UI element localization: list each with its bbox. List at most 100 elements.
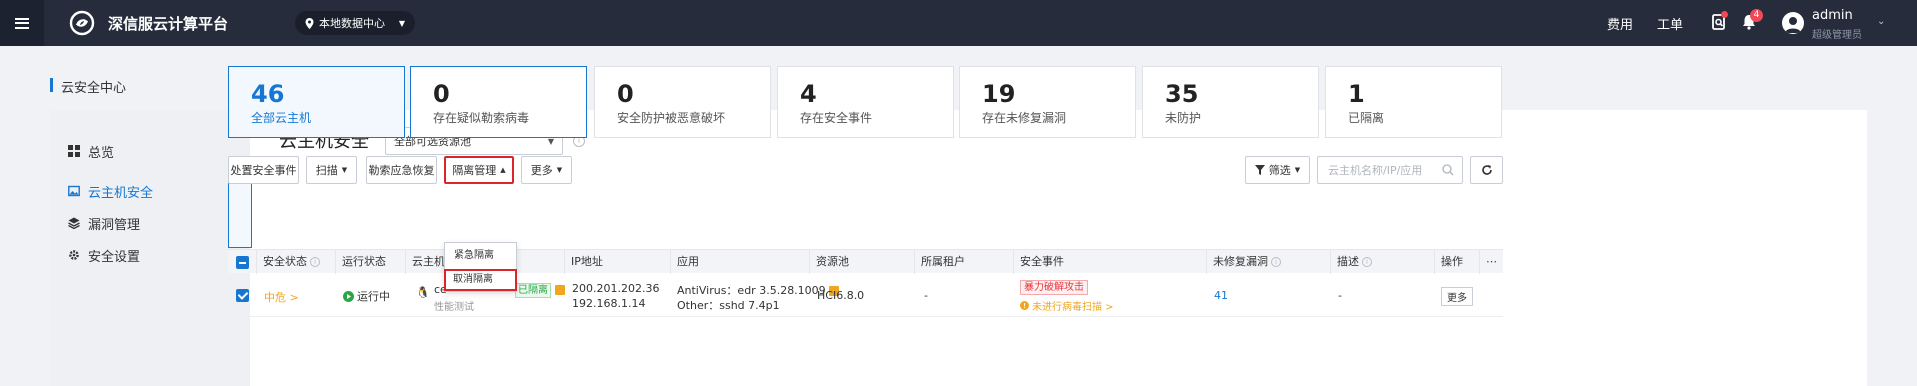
button-label: 筛选: [1268, 164, 1291, 177]
sidebar-item-label: 漏洞管理: [88, 217, 141, 233]
row-more-button[interactable]: 更多: [1441, 287, 1473, 306]
description: -: [1338, 289, 1342, 302]
menu-button[interactable]: [0, 0, 44, 46]
location-pin-icon: [305, 17, 314, 29]
emergency-isolate-item[interactable]: 紧急隔离: [445, 245, 517, 267]
sidebar-item-label: 安全设置: [88, 249, 141, 265]
stat-card-unpatched-vulns[interactable]: 19 存在未修复漏洞: [959, 66, 1136, 138]
linux-icon: 🐧: [416, 286, 430, 299]
stat-label: 存在未修复漏洞: [982, 111, 1067, 125]
warning-icon: [1020, 301, 1029, 310]
col-desc[interactable]: 描述 i: [1330, 250, 1435, 274]
event-warning[interactable]: 未进行病毒扫描 >: [1020, 298, 1114, 313]
stat-value: 46: [251, 80, 285, 108]
isolated-tag: 已隔离: [515, 283, 565, 298]
sidebar: 总览 云主机安全 漏洞管理 安全设置: [50, 110, 250, 386]
button-label: 勒索应急恢复: [368, 164, 435, 177]
sidebar-item-label: 总览: [88, 145, 115, 161]
event-tag[interactable]: 暴力破解攻击: [1020, 280, 1088, 295]
image-icon: [68, 185, 80, 197]
datacenter-select[interactable]: 本地数据中心 ▼: [295, 11, 415, 35]
stat-card-protection-broken[interactable]: 0 安全防护被恶意破坏: [594, 66, 771, 138]
stat-value: 0: [617, 80, 634, 108]
note-icon: [554, 285, 565, 295]
help-icon[interactable]: i: [310, 257, 320, 267]
col-security-events[interactable]: 安全事件: [1013, 250, 1207, 274]
report-badge-dot: [1721, 11, 1728, 18]
help-icon[interactable]: i: [1271, 257, 1281, 267]
stat-value: 1: [1348, 80, 1365, 108]
isolation-management-button[interactable]: 隔离管理 ▲: [444, 156, 514, 184]
search-placeholder: 云主机名称/IP/应用: [1328, 164, 1423, 177]
handle-event-button[interactable]: 处置安全事件: [228, 156, 299, 184]
stat-label: 已隔离: [1348, 111, 1385, 125]
sidebar-item-overview[interactable]: 总览: [50, 132, 250, 170]
isolation-dropdown: 紧急隔离 取消隔离: [444, 242, 517, 292]
col-action: 操作: [1434, 250, 1480, 274]
button-label: 扫描: [315, 164, 338, 177]
col-unpatched[interactable]: 未修复漏洞 i: [1206, 250, 1331, 274]
button-label: 隔离管理: [452, 164, 497, 177]
ip-secondary: 192.168.1.14: [572, 297, 646, 310]
stat-card-security-events[interactable]: 4 存在安全事件: [777, 66, 954, 138]
select-all-checkbox[interactable]: [236, 256, 249, 269]
row-checkbox[interactable]: [236, 289, 249, 302]
col-security-status[interactable]: 安全状态 i: [256, 250, 336, 274]
filter-icon: [1254, 165, 1265, 175]
col-run-status[interactable]: 运行状态: [335, 250, 406, 274]
help-icon[interactable]: i: [1362, 257, 1372, 267]
chevron-down-icon: ▼: [341, 166, 348, 174]
col-tenant[interactable]: 所属租户: [914, 250, 1014, 274]
resource-pool: HCI6.8.0: [817, 289, 865, 302]
stat-value: 35: [1165, 80, 1199, 108]
stat-value: 0: [433, 80, 450, 108]
col-ip[interactable]: IP地址: [564, 250, 671, 274]
scan-button[interactable]: 扫描 ▼: [306, 156, 357, 184]
top-bar: 深信服云计算平台 本地数据中心 ▼ 费用 工单 4 admin 超级管理员 ⌄: [0, 0, 1917, 46]
stat-value: 19: [982, 80, 1016, 108]
table-header: 安全状态 i 运行状态 云主机名 IP地址 应用 资源池 所属租户 安全事件 未修…: [228, 249, 1503, 274]
cancel-isolate-item[interactable]: 取消隔离: [444, 269, 517, 291]
stat-label: 安全防护被恶意破坏: [617, 111, 726, 125]
col-pool[interactable]: 资源池: [809, 250, 915, 274]
refresh-button[interactable]: [1470, 156, 1503, 184]
chevron-down-icon[interactable]: ⌄: [1877, 16, 1885, 27]
brand-name: 深信服云计算平台: [108, 15, 229, 33]
more-button[interactable]: 更多 ▼: [521, 156, 572, 184]
title-accent-bar: [50, 78, 53, 92]
avatar[interactable]: [1782, 12, 1804, 34]
hamburger-icon: [15, 17, 29, 29]
column-settings-icon[interactable]: ⋯: [1479, 250, 1503, 274]
page-title: 云安全中心: [61, 81, 127, 96]
user-name[interactable]: admin: [1812, 8, 1853, 23]
grid-icon: [68, 145, 80, 157]
col-app[interactable]: 应用: [670, 250, 810, 274]
unused: [228, 176, 252, 248]
tenant: -: [924, 289, 928, 302]
stat-card-all-vms[interactable]: 46 全部云主机: [228, 66, 405, 138]
ticket-link[interactable]: 工单: [1657, 14, 1683, 33]
sidebar-item-label: 云主机安全: [88, 185, 154, 201]
sidebar-item-security-settings[interactable]: 安全设置: [50, 236, 250, 274]
ransom-restore-button[interactable]: 勒索应急恢复: [366, 156, 437, 184]
stat-card-isolated[interactable]: 1 已隔离: [1325, 66, 1502, 138]
filter-button[interactable]: 筛选 ▼: [1245, 156, 1310, 184]
ip-primary: 200.201.202.36: [572, 282, 660, 295]
datacenter-label: 本地数据中心: [319, 17, 385, 30]
unpatched-count[interactable]: 41: [1214, 289, 1228, 302]
play-circle-icon: [343, 290, 354, 302]
notification-count: 4: [1750, 9, 1763, 22]
table-row[interactable]: 中危 > 运行中 🐧 ce 性能测试 已隔离 200.201.202.36 19…: [228, 273, 1503, 317]
gear-icon: [69, 250, 79, 260]
stat-card-ransomware[interactable]: 0 存在疑似勒索病毒: [410, 66, 587, 138]
chevron-up-icon: ▲: [500, 166, 506, 174]
stat-card-unprotected[interactable]: 35 未防护: [1142, 66, 1319, 138]
security-status[interactable]: 中危 >: [264, 289, 299, 305]
stat-label: 存在安全事件: [800, 111, 873, 125]
logo-icon: [69, 10, 95, 36]
search-input[interactable]: 云主机名称/IP/应用: [1317, 156, 1463, 184]
stat-value: 4: [800, 80, 817, 108]
cost-link[interactable]: 费用: [1607, 14, 1633, 33]
warning-label: 未进行病毒扫描 >: [1032, 302, 1114, 313]
chevron-down-icon: ▼: [1294, 166, 1301, 174]
